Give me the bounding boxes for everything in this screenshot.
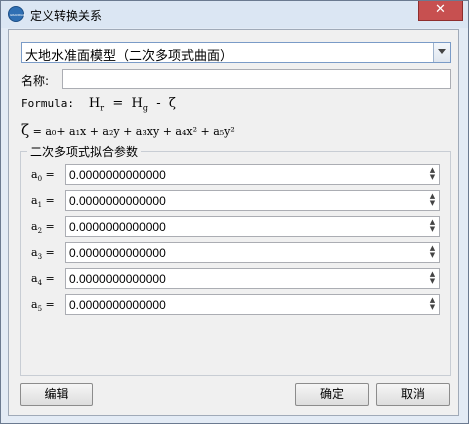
param-label-a2: a2 = <box>31 220 55 236</box>
spin-arrows-icon[interactable]: ▲ ▼ <box>428 193 437 208</box>
ok-button[interactable]: 确定 <box>295 383 369 406</box>
param-input-a1[interactable]: 0.0000000000000 ▲ ▼ <box>65 190 440 211</box>
app-logo-icon: GRANDAR <box>8 6 25 22</box>
formula-text: Formula: Hr = Hg - ζ <box>21 96 176 113</box>
name-label: 名称: <box>21 74 50 88</box>
param-label-a1: a1 = <box>31 194 55 210</box>
param-label-a3: a3 = <box>31 246 55 262</box>
param-input-a5[interactable]: 0.0000000000000 ▲ ▼ <box>65 294 440 315</box>
window-title: 定义转换关系 <box>30 9 103 23</box>
params-group-title: 二次多项式拟合参数 <box>27 143 142 160</box>
dropdown-button[interactable] <box>433 43 450 62</box>
spin-arrows-icon[interactable]: ▲ ▼ <box>428 245 437 260</box>
param-label-a0: a0 = <box>31 168 55 184</box>
param-label-a4: a4 = <box>31 272 55 288</box>
param-input-a3[interactable]: 0.0000000000000 ▲ ▼ <box>65 242 440 263</box>
param-input-a0[interactable]: 0.0000000000000 ▲ ▼ <box>65 164 440 185</box>
cancel-button[interactable]: 取消 <box>376 383 450 406</box>
edit-button[interactable]: 编辑 <box>20 383 93 406</box>
chevron-down-icon <box>438 49 446 54</box>
title-bar[interactable]: GRANDAR 定义转换关系 ✕ <box>1 1 468 28</box>
dialog-body: 大地水准面模型（二次多项式曲面） 名称: Formula: Hr = Hg - … <box>8 29 459 416</box>
param-input-a2[interactable]: 0.0000000000000 ▲ ▼ <box>65 216 440 237</box>
param-label-a5: a5 = <box>31 298 55 314</box>
spin-arrows-icon[interactable]: ▲ ▼ <box>428 271 437 286</box>
spin-arrows-icon[interactable]: ▲ ▼ <box>428 297 437 312</box>
model-select-value: 大地水准面模型（二次多项式曲面） <box>25 49 234 64</box>
spin-arrows-icon[interactable]: ▲ ▼ <box>428 167 437 182</box>
dialog-window: GRANDAR 定义转换关系 ✕ 大地水准面模型（二次多项式曲面） 名称: Fo… <box>0 0 469 424</box>
close-button[interactable]: ✕ <box>418 1 463 21</box>
spin-arrows-icon[interactable]: ▲ ▼ <box>428 219 437 234</box>
param-input-a4[interactable]: 0.0000000000000 ▲ ▼ <box>65 268 440 289</box>
name-input[interactable] <box>62 69 451 89</box>
polynomial-text: ζ = a₀+ a₁x + a₂y + a₃xy + a₄x² + a₅y² <box>21 121 235 139</box>
model-select[interactable]: 大地水准面模型（二次多项式曲面） <box>21 42 451 64</box>
